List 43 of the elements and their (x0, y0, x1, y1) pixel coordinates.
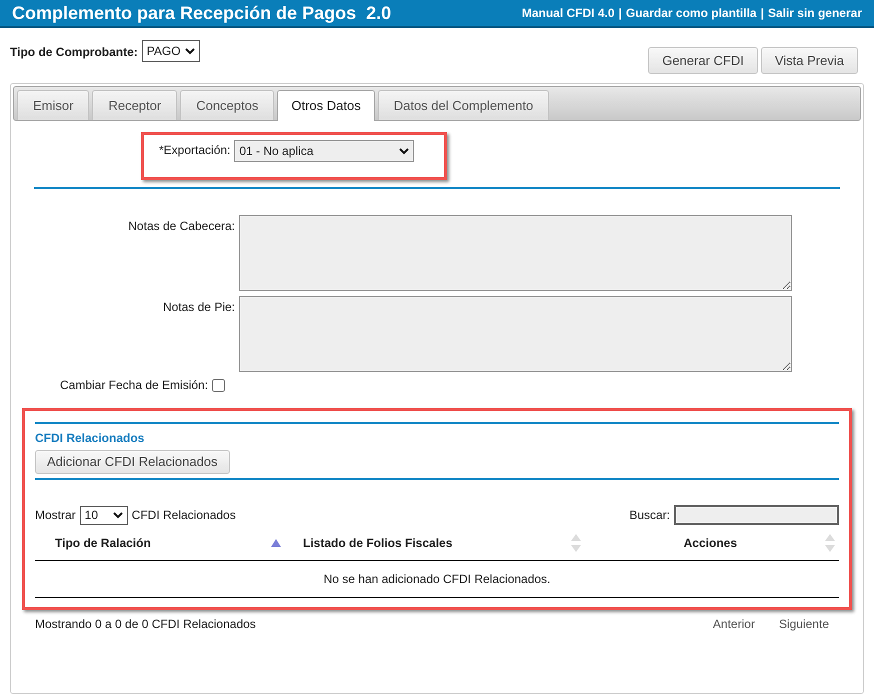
tab[interactable]: Otros Datos (277, 90, 375, 121)
pager-link[interactable]: Siguiente (778, 615, 829, 633)
notes-textarea[interactable] (239, 296, 792, 372)
page-title: Complemento para Recepción de Pagos 2.0 (12, 2, 392, 25)
empty-message: No se han adicionado CFDI Relacionados. (324, 571, 550, 588)
sort-icon[interactable] (825, 534, 835, 552)
notes-textarea[interactable] (239, 215, 792, 291)
pager-link[interactable]: Anterior (712, 615, 755, 633)
field-label: Cambiar Fecha de Emisión: (60, 377, 208, 394)
tab[interactable]: Datos del Complemento (378, 90, 550, 120)
column-header[interactable]: Tipo de Ralación (55, 534, 151, 552)
field-label: CFDI Relacionados (132, 507, 236, 524)
action-button[interactable]: Generar CFDI (648, 47, 758, 74)
action-button[interactable]: Vista Previa (760, 47, 858, 74)
field-label: Buscar: (629, 507, 670, 524)
export-select[interactable]: 01 - No aplica (234, 140, 414, 162)
tab[interactable]: Emisor (17, 90, 90, 120)
tab[interactable]: Receptor (92, 90, 178, 120)
chevron-down-icon (184, 48, 195, 54)
sort-ascending-icon[interactable] (271, 538, 281, 546)
header-link[interactable]: Guardar como plantilla (626, 4, 757, 22)
column-header[interactable]: Listado de Folios Fiscales (303, 534, 452, 552)
type-select[interactable]: PAGO (142, 40, 200, 62)
field-label: Tipo de Comprobante: (10, 44, 138, 61)
table-info: Mostrando 0 a 0 de 0 CFDI Relacionados (35, 616, 256, 633)
column-header[interactable]: Acciones (684, 534, 737, 552)
field-label: Mostrar (35, 507, 76, 524)
add-button[interactable]: Adicionar CFDI Relacionados (35, 450, 230, 474)
link-separator: | (618, 5, 622, 22)
chevron-down-icon (399, 148, 410, 154)
chevron-down-icon (112, 512, 123, 518)
date-checkbox[interactable] (212, 378, 226, 392)
field-label: Notas de Pie: (162, 299, 235, 316)
header-link[interactable]: Salir sin generar (768, 4, 862, 22)
link-separator: | (760, 5, 764, 22)
search-field[interactable] (674, 505, 839, 525)
section-title: CFDI Relacionados (35, 430, 146, 447)
sort-icon[interactable] (571, 534, 581, 552)
page-size-select[interactable]: 10 (80, 506, 128, 524)
field-label: Notas de Cabecera: (127, 218, 235, 235)
field-label: *Exportación: (159, 142, 230, 159)
tab[interactable]: Conceptos (180, 90, 274, 120)
header-link[interactable]: Manual CFDI 4.0 (522, 4, 615, 22)
